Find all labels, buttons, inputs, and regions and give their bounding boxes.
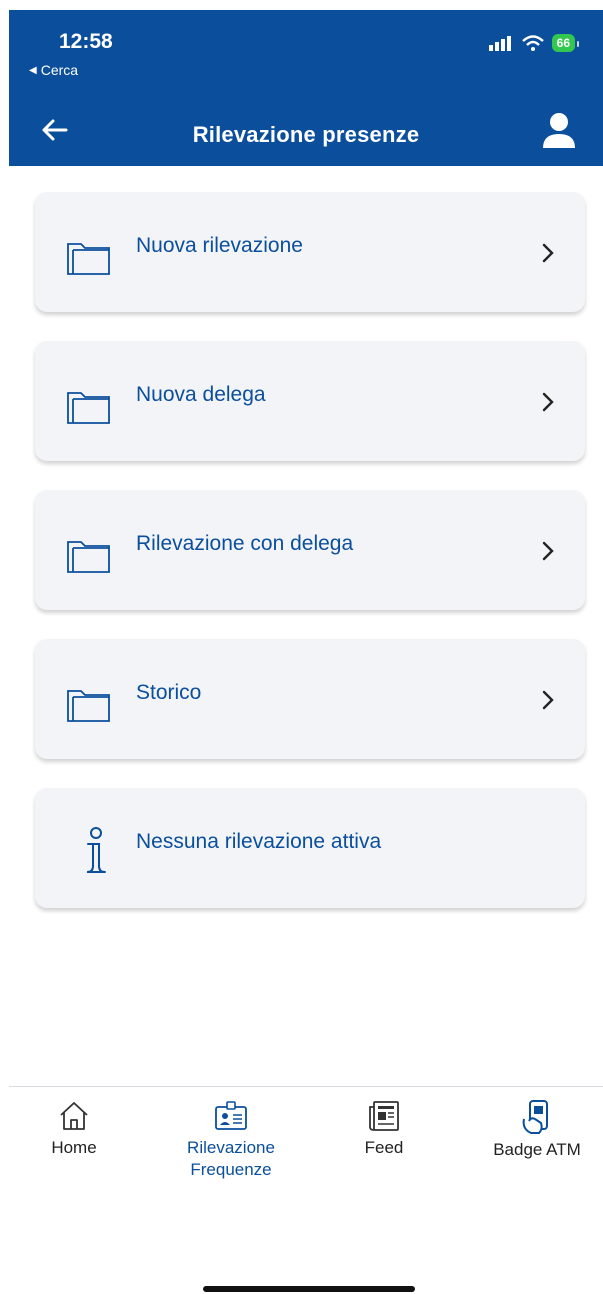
tab-badge-atm[interactable]: Badge ATM — [475, 1099, 599, 1161]
id-badge-icon — [215, 1101, 247, 1130]
info-label: Nessuna rilevazione attiva — [136, 830, 382, 853]
folder-icon — [67, 392, 110, 424]
tab-label-line2: Frequenze — [190, 1160, 272, 1179]
newspaper-icon — [369, 1101, 399, 1131]
folder-icon — [67, 541, 110, 573]
app-header: 12:58 ◀ Cerca 66 Rilevazione presenze — [9, 10, 603, 166]
info-card-status: Nessuna rilevazione attiva — [35, 788, 585, 908]
folder-icon — [67, 690, 110, 722]
back-triangle-icon: ◀ — [29, 64, 37, 76]
status-back-label: Cerca — [40, 62, 79, 78]
tab-label-line1: Rilevazione — [187, 1138, 275, 1157]
bottom-tab-bar: Home Rilevazione Frequenze Feed Badge AT… — [9, 1086, 603, 1197]
tab-rilevazione-frequenze[interactable]: Rilevazione Frequenze — [161, 1099, 301, 1181]
status-back-link[interactable]: ◀ Cerca — [29, 62, 78, 78]
tab-label: Badge ATM — [493, 1140, 581, 1159]
home-indicator — [203, 1286, 415, 1292]
menu-item-label: Nuova rilevazione — [136, 234, 303, 257]
user-icon[interactable] — [537, 108, 581, 152]
folder-icon — [67, 243, 110, 275]
wifi-icon — [521, 35, 544, 51]
status-icons: 66 — [488, 34, 580, 52]
chevron-right-icon — [542, 392, 554, 412]
signal-icon — [488, 36, 511, 51]
home-icon — [60, 1102, 88, 1130]
tab-label: Home — [51, 1138, 97, 1157]
info-icon — [86, 827, 106, 873]
menu-item-label: Storico — [136, 681, 202, 704]
status-time: 12:58 — [59, 30, 113, 53]
chevron-right-icon — [542, 541, 554, 561]
phone-badge-icon — [522, 1100, 548, 1134]
tab-label: Feed — [364, 1138, 404, 1157]
menu-item-label: Nuova delega — [136, 383, 266, 406]
chevron-right-icon — [542, 243, 554, 263]
tab-home[interactable]: Home — [39, 1099, 109, 1159]
chevron-right-icon — [542, 690, 554, 710]
menu-item-storico[interactable]: Storico — [35, 639, 585, 759]
menu-item-label: Rilevazione con delega — [136, 532, 354, 555]
menu-item-nuova-delega[interactable]: Nuova delega — [35, 341, 585, 461]
menu-item-rilevazione-con-delega[interactable]: Rilevazione con delega — [35, 490, 585, 610]
menu-item-nuova-rilevazione[interactable]: Nuova rilevazione — [35, 192, 585, 312]
battery-indicator: 66 — [551, 34, 580, 52]
page-title: Rilevazione presenze — [192, 122, 420, 147]
tab-feed[interactable]: Feed — [349, 1099, 419, 1159]
